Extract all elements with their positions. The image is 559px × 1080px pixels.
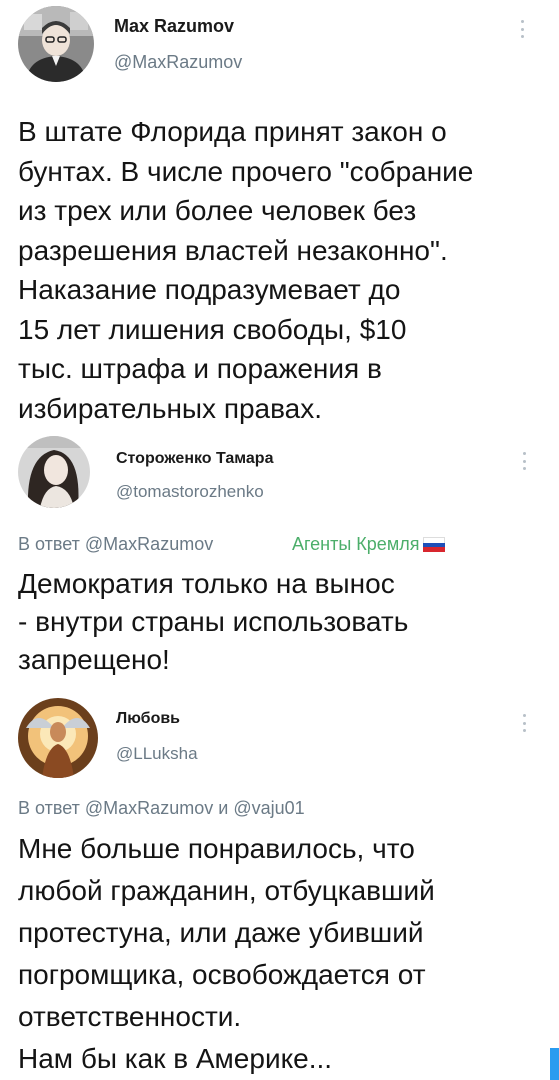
tweet-text-line: - внутри страны использовать xyxy=(18,606,409,637)
tweet-text-line: В штате Флорида принят закон о xyxy=(18,116,447,147)
avatar-photo-icon xyxy=(18,436,90,508)
tweet-text-line: бунтах. В числе прочего "собрание xyxy=(18,155,474,187)
reply-prefix: В ответ xyxy=(18,798,80,818)
reply-context: В ответ @MaxRazumov и @vaju01 xyxy=(18,798,305,819)
avatar-angel-icon xyxy=(18,698,98,778)
tweet-text-line: Мне больше понравилось, что xyxy=(18,833,415,864)
author-handle[interactable]: @tomastorozhenko xyxy=(116,482,264,502)
scroll-indicator[interactable] xyxy=(550,1048,559,1080)
tweet-max-razumov: Max Razumov @MaxRazumov В штате Флорида … xyxy=(0,0,559,430)
reply-prefix: В ответ xyxy=(18,534,80,554)
tweet-text-line: запрещено! xyxy=(18,644,170,675)
author-name[interactable]: Max Razumov xyxy=(114,16,234,37)
tweet-text: Мне больше понравилось, что любой гражда… xyxy=(18,828,553,1080)
tweet-text-line: 15 лет лишения свободы, $10 xyxy=(18,313,407,345)
author-name[interactable]: Любовь xyxy=(116,710,180,728)
tweet-text: Демократия только на вынос - внутри стра… xyxy=(18,565,553,679)
avatar[interactable] xyxy=(18,698,98,778)
tweet-text-line: избирательных правах. xyxy=(18,392,323,424)
avatar[interactable] xyxy=(18,6,94,82)
tweet-text-line: Демократия только на вынос xyxy=(18,568,395,599)
tweet-text-line: из трех или более человек без xyxy=(18,195,417,226)
author-handle[interactable]: @LLuksha xyxy=(116,744,198,764)
tweet-text-line: любой гражданин, отбуцкавший xyxy=(18,875,435,906)
tweet-text-line: Наказание подразумевает до xyxy=(18,274,401,305)
tweet-reply-storozhenko: Стороженко Тамара @tomastorozhenko В отв… xyxy=(0,430,559,692)
author-handle[interactable]: @MaxRazumov xyxy=(114,52,242,73)
reply-context: В ответ @MaxRazumov xyxy=(18,534,213,555)
tweet-text: В штате Флорида принят закон о бунтах. В… xyxy=(18,112,553,428)
reply-and: и xyxy=(218,798,229,818)
tweet-text-line: разрешения властей незаконно". xyxy=(18,234,448,266)
tweet-text-line: погромщика, освобождается от xyxy=(18,959,426,990)
tweet-text-line: ответственности. xyxy=(18,1001,242,1032)
russian-flag-icon xyxy=(423,537,446,552)
reply-to-link[interactable]: @MaxRazumov xyxy=(85,798,213,818)
author-name[interactable]: Стороженко Тамара xyxy=(116,450,273,468)
avatar-photo-icon xyxy=(18,6,94,82)
reply-to-link-2[interactable]: @vaju01 xyxy=(233,798,304,818)
agent-label: Агенты Кремля xyxy=(292,534,446,555)
agent-label-text: Агенты Кремля xyxy=(292,534,420,554)
tweet-text-line: протестуна, или даже убивший xyxy=(18,917,424,948)
tweet-text-line: тыс. штрафа и поражения в xyxy=(18,353,382,384)
avatar[interactable] xyxy=(18,436,90,508)
more-options-icon[interactable] xyxy=(520,20,524,38)
tweet-text-line: Нам бы как в Америке... xyxy=(18,1043,333,1074)
more-options-icon[interactable] xyxy=(522,714,526,732)
tweet-reply-lyubov: Любовь @LLuksha В ответ @MaxRazumov и @v… xyxy=(0,692,559,1080)
more-options-icon[interactable] xyxy=(522,452,526,470)
reply-to-link[interactable]: @MaxRazumov xyxy=(85,534,213,554)
